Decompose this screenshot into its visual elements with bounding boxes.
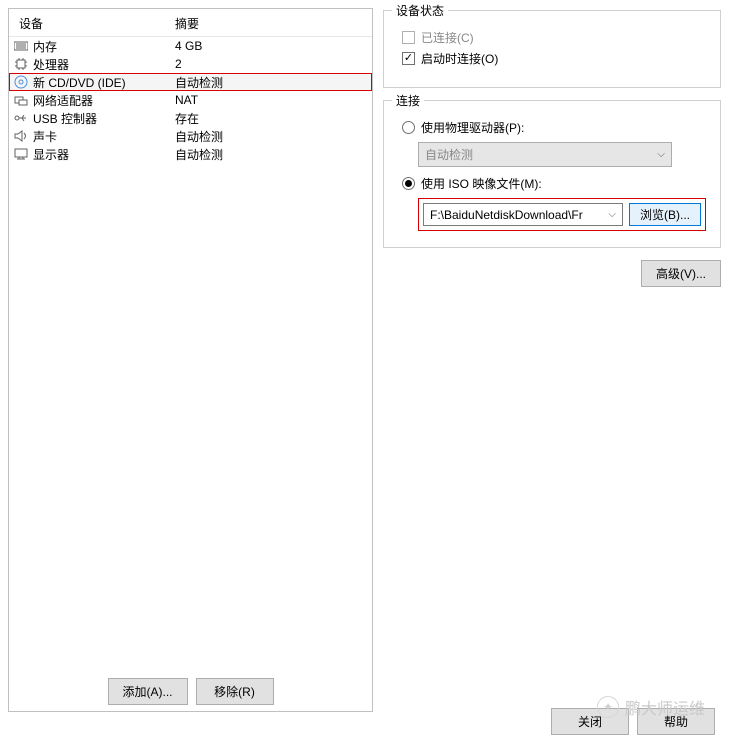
device-summary: 4 GB — [175, 39, 368, 53]
device-row-display[interactable]: 显示器 自动检测 — [9, 145, 372, 163]
display-icon — [13, 146, 29, 162]
checkbox-icon — [402, 31, 415, 44]
processor-icon — [13, 56, 29, 72]
device-summary: 存在 — [175, 110, 368, 127]
device-name: 新 CD/DVD (IDE) — [33, 74, 175, 91]
connected-label: 已连接(C) — [421, 29, 474, 46]
header-device: 设备 — [13, 15, 175, 32]
connect-at-power-checkbox-row[interactable]: 启动时连接(O) — [402, 50, 706, 67]
device-row-cddvd[interactable]: 新 CD/DVD (IDE) 自动检测 — [9, 73, 372, 91]
device-row-usb[interactable]: USB 控制器 存在 — [9, 109, 372, 127]
connect-at-power-label: 启动时连接(O) — [421, 50, 498, 67]
status-legend: 设备状态 — [392, 2, 448, 19]
device-name: 内存 — [33, 38, 175, 55]
device-row-memory[interactable]: 内存 4 GB — [9, 37, 372, 55]
connection-group: 连接 使用物理驱动器(P): 自动检测 ⌵ 使用 ISO 映像文件(M): F:… — [383, 100, 721, 248]
physical-label: 使用物理驱动器(P): — [421, 119, 524, 136]
radio-icon — [402, 177, 415, 190]
chevron-down-icon: ⌵ — [657, 149, 665, 160]
device-status-group: 设备状态 已连接(C) 启动时连接(O) — [383, 10, 721, 88]
radio-icon — [402, 121, 415, 134]
device-name: 处理器 — [33, 56, 175, 73]
device-summary: 自动检测 — [175, 128, 368, 145]
device-row-network[interactable]: 网络适配器 NAT — [9, 91, 372, 109]
device-summary: 自动检测 — [175, 146, 368, 163]
advanced-button[interactable]: 高级(V)... — [641, 260, 721, 287]
memory-icon — [13, 38, 29, 54]
device-name: USB 控制器 — [33, 110, 175, 127]
physical-drive-dropdown[interactable]: 自动检测 ⌵ — [418, 142, 672, 167]
device-row-sound[interactable]: 声卡 自动检测 — [9, 127, 372, 145]
checkbox-icon — [402, 52, 415, 65]
usb-icon — [13, 110, 29, 126]
connection-legend: 连接 — [392, 92, 424, 109]
device-name: 网络适配器 — [33, 92, 175, 109]
physical-drive-radio-row[interactable]: 使用物理驱动器(P): — [402, 119, 706, 136]
add-button[interactable]: 添加(A)... — [108, 678, 188, 705]
device-summary: 自动检测 — [175, 74, 368, 91]
iso-path-value: F:\BaiduNetdiskDownload\Fr — [430, 208, 583, 222]
header-summary: 摘要 — [175, 15, 368, 32]
disc-icon — [13, 74, 29, 90]
network-icon — [13, 92, 29, 108]
device-summary: NAT — [175, 93, 368, 107]
iso-path-combo[interactable]: F:\BaiduNetdiskDownload\Fr ⌵ — [423, 203, 623, 226]
device-summary: 2 — [175, 57, 368, 71]
close-button[interactable]: 关闭 — [551, 708, 629, 735]
remove-button[interactable]: 移除(R) — [196, 678, 274, 705]
device-list-panel: 设备 摘要 内存 4 GB 处理器 2 新 CD/DVD (IDE) 自动检测 — [8, 8, 373, 712]
device-name: 显示器 — [33, 146, 175, 163]
iso-label: 使用 ISO 映像文件(M): — [421, 175, 542, 192]
browse-button[interactable]: 浏览(B)... — [629, 203, 701, 226]
dropdown-value: 自动检测 — [425, 146, 473, 163]
chevron-down-icon: ⌵ — [608, 209, 616, 220]
device-name: 声卡 — [33, 128, 175, 145]
device-row-processor[interactable]: 处理器 2 — [9, 55, 372, 73]
help-button[interactable]: 帮助 — [637, 708, 715, 735]
iso-radio-row[interactable]: 使用 ISO 映像文件(M): — [402, 175, 706, 192]
device-list-header: 设备 摘要 — [9, 9, 372, 37]
sound-icon — [13, 128, 29, 144]
connected-checkbox-row[interactable]: 已连接(C) — [402, 29, 706, 46]
